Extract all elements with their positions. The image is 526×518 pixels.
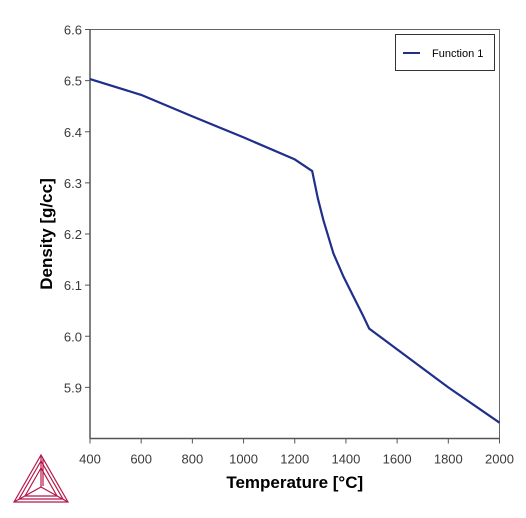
thermo-calc-logo-icon [12, 453, 70, 503]
y-tick-label: 6.6 [64, 23, 82, 38]
x-axis-ticks: 400 600 800 1000 1200 1400 1600 1800 2000 [79, 438, 514, 467]
plot-frame [89, 29, 500, 440]
x-tick-label: 1000 [229, 452, 258, 467]
plot-area [89, 29, 500, 439]
x-tick-label: 400 [79, 452, 101, 467]
y-tick-label: 6.5 [64, 74, 82, 89]
legend: Function 1 [395, 34, 495, 71]
x-tick-label: 2000 [485, 452, 514, 467]
x-tick-label: 1200 [280, 452, 309, 467]
y-tick-label: 6.2 [64, 227, 82, 242]
y-axis-title: Density [g/cc] [37, 178, 56, 289]
legend-label-function-1: Function 1 [432, 48, 483, 60]
x-tick-label: 1400 [331, 452, 360, 467]
y-tick-label: 6.4 [64, 125, 82, 140]
x-tick-label: 1800 [434, 452, 463, 467]
y-tick-label: 6.3 [64, 176, 82, 191]
y-tick-label: 6.0 [64, 329, 82, 344]
y-tick-label: 6.1 [64, 278, 82, 293]
x-tick-label: 600 [130, 452, 152, 467]
y-tick-label: 5.9 [64, 380, 82, 395]
x-tick-label: 800 [182, 452, 204, 467]
y-axis-ticks: 5.9 6.0 6.1 6.2 6.3 6.4 6.5 6.6 [64, 23, 90, 395]
x-axis-title: Temperature [°C] [226, 473, 363, 492]
x-tick-label: 1600 [383, 452, 412, 467]
density-chart: 400 600 800 1000 1200 1400 1600 1800 2000 5.9 6.0… [12, 23, 514, 503]
